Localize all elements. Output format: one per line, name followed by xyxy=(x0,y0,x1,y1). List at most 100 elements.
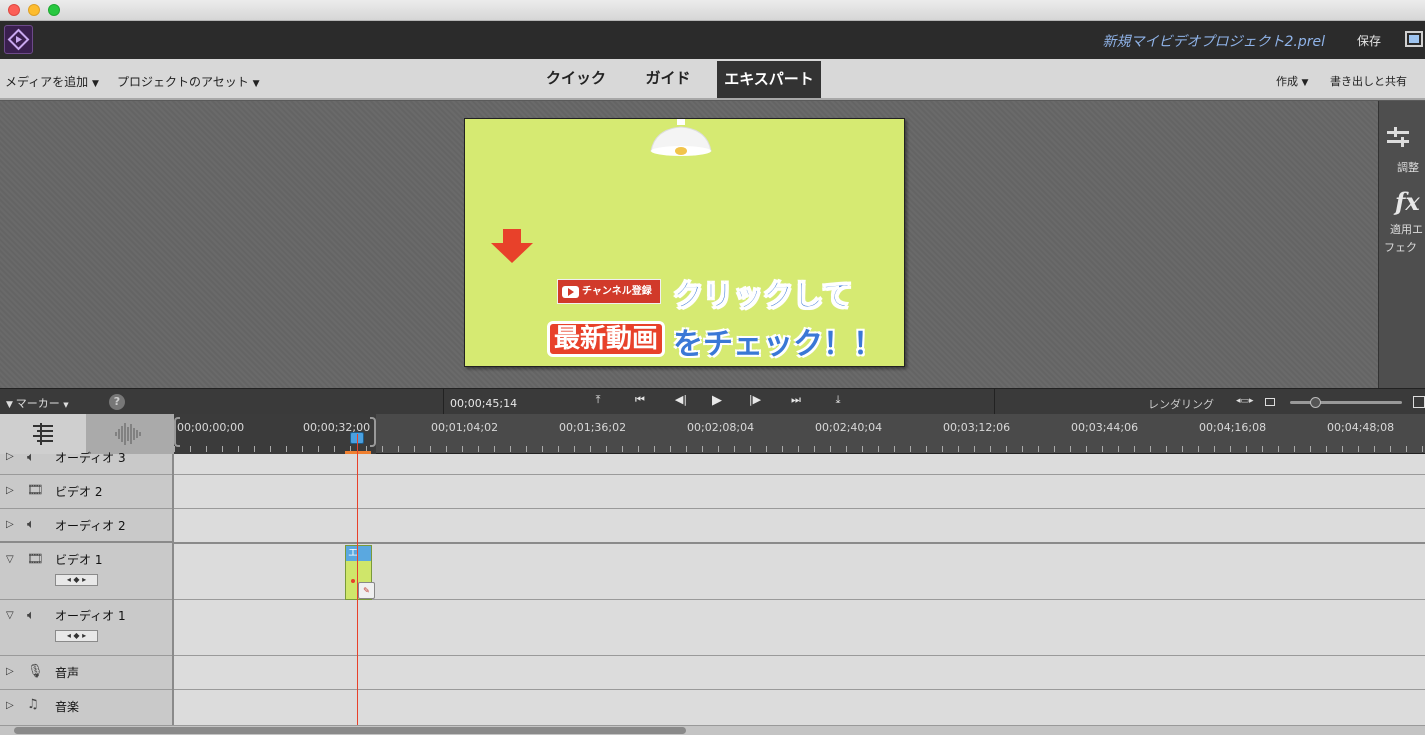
track-header-video1[interactable]: ▽ 🎞︎ ビデオ 1 ◂ ◆ ▸ xyxy=(0,544,172,600)
go-to-out-point-icon[interactable]: ⤓ xyxy=(828,393,848,407)
ruler-timecode: 00;00;00;00 xyxy=(177,421,245,434)
speaker-icon: 🔈︎ xyxy=(27,517,35,532)
playhead-line xyxy=(357,434,358,454)
track-header-music[interactable]: ▷ ♫ 音楽 xyxy=(0,690,172,725)
track-list-icon xyxy=(33,423,53,445)
keyframe-controls[interactable]: ◂ ◆ ▸ xyxy=(55,630,98,642)
track-label: オーディオ 2 xyxy=(55,519,126,533)
fit-timeline-icon[interactable]: ◂▭▸ xyxy=(1236,396,1254,406)
triangle-down-icon: ▼ xyxy=(6,400,16,410)
keyframe-controls[interactable]: ◂ ◆ ▸ xyxy=(55,574,98,586)
skip-to-end-icon[interactable]: ⏭ xyxy=(786,393,806,407)
create-menu[interactable]: 作成 ▼ xyxy=(1276,73,1308,89)
waveform-icon xyxy=(115,423,141,445)
transport-bar: ▼ マーカー ▼ ? 00;00;45;14 ⤒ ⏮ ◀︎| ▶ |▶︎ ⏭ ⤓… xyxy=(0,388,1425,415)
track-lane-music[interactable] xyxy=(174,690,1425,725)
track-lane-video2[interactable] xyxy=(174,475,1425,509)
play-icon[interactable]: ▶ xyxy=(707,393,727,408)
audio-view-toggle[interactable] xyxy=(86,414,174,454)
adjust-button[interactable]: 調整 xyxy=(1379,127,1425,177)
zoom-window-button[interactable] xyxy=(48,4,60,16)
preview-caption-line1: クリックして xyxy=(672,279,853,315)
chevron-down-icon: ▼ xyxy=(63,401,69,409)
tab-expert[interactable]: エキスパート xyxy=(717,61,821,98)
zoom-out-icon[interactable] xyxy=(1265,398,1275,406)
tab-guided[interactable]: ガイド xyxy=(634,59,702,98)
chevron-down-icon: ▼ xyxy=(252,79,260,89)
film-icon: 🎞︎ xyxy=(27,483,44,498)
help-icon[interactable]: ? xyxy=(109,394,125,410)
music-note-icon: ♫ xyxy=(27,697,39,712)
youtube-play-icon xyxy=(562,286,579,298)
ruler-timecode: 00;03;44;06 xyxy=(1071,421,1139,434)
track-header-video2[interactable]: ▷ 🎞︎ ビデオ 2 xyxy=(0,475,172,509)
preview-caption-line2: をチェック！！ xyxy=(673,327,883,362)
preview-caption-highlight: 最新動画 xyxy=(547,321,666,357)
adjust-label: 調整 xyxy=(1397,161,1419,174)
collapse-arrow-icon[interactable]: ▽ xyxy=(6,554,14,565)
minimize-window-button[interactable] xyxy=(28,4,40,16)
rendering-button[interactable]: レンダリング xyxy=(1148,396,1214,412)
timeline-zoom-slider[interactable] xyxy=(1290,397,1402,408)
step-forward-icon[interactable]: |▶︎ xyxy=(745,393,765,406)
expand-arrow-icon[interactable]: ▷ xyxy=(6,451,14,462)
expand-arrow-icon[interactable]: ▷ xyxy=(6,519,14,530)
track-header-voice[interactable]: ▷ 🎙︎ 音声 xyxy=(0,656,172,690)
slider-thumb[interactable] xyxy=(1310,397,1321,408)
arrow-down-icon xyxy=(491,229,533,267)
timeline-track-header xyxy=(0,414,174,454)
project-title: 新規マイビデオプロジェクト2.prel xyxy=(1102,34,1325,50)
video-preview[interactable]: チャンネル登録 クリックして 最新動画 をチェック！！ xyxy=(464,118,905,367)
expand-arrow-icon[interactable]: ▷ xyxy=(6,485,14,496)
track-lane-audio1[interactable] xyxy=(174,600,1425,656)
save-button[interactable]: 保存 xyxy=(1357,32,1381,49)
track-label: オーディオ 1 xyxy=(55,609,126,623)
tab-quick[interactable]: クイック xyxy=(536,59,616,98)
timeline-ruler[interactable]: 00;00;00;00 00;00;32;00 00;01;04;02 00;0… xyxy=(174,414,1425,454)
timeline-clip[interactable]: エ ✎ xyxy=(345,545,375,600)
track-header-audio2[interactable]: ▷ 🔈︎ オーディオ 2 xyxy=(0,509,172,543)
microphone-icon: 🎙︎ xyxy=(27,664,44,679)
track-lane-audio3[interactable] xyxy=(174,454,1425,475)
skip-to-start-icon[interactable]: ⏮ xyxy=(630,393,650,407)
app-header: 新規マイビデオプロジェクト2.prel 保存 xyxy=(0,21,1425,59)
scrollbar-thumb[interactable] xyxy=(14,727,686,734)
track-label: 音声 xyxy=(55,666,80,680)
close-window-button[interactable] xyxy=(8,4,20,16)
current-timecode[interactable]: 00;00;45;14 xyxy=(450,397,517,410)
track-header-audio1[interactable]: ▽ 🔈︎ オーディオ 1 ◂ ◆ ▸ xyxy=(0,600,172,656)
timeline-scrollbar[interactable] xyxy=(0,725,1425,735)
track-lane-audio2[interactable] xyxy=(174,509,1425,544)
project-assets-menu[interactable]: プロジェクトのアセット ▼ xyxy=(117,73,260,90)
track-headers: ▷ 🔈︎ オーディオ 3 ▷ 🎞︎ ビデオ 2 ▷ 🔈︎ オーディオ 2 ▽ 🎞… xyxy=(0,450,174,725)
channel-badge-text: チャンネル登録 xyxy=(582,286,652,297)
ruler-timecode: 00;04;48;08 xyxy=(1327,421,1395,434)
ruler-timecode: 00;01;36;02 xyxy=(559,421,627,434)
mode-bar: メディアを追加 ▼ プロジェクトのアセット ▼ クイック ガイド エキスパート … xyxy=(0,59,1425,100)
add-media-menu[interactable]: メディアを追加 ▼ xyxy=(5,73,99,90)
expand-arrow-icon[interactable]: ▷ xyxy=(6,666,14,677)
go-to-in-point-icon[interactable]: ⤒ xyxy=(588,393,608,407)
track-header-audio3[interactable]: ▷ 🔈︎ オーディオ 3 xyxy=(0,450,172,475)
video-view-toggle[interactable] xyxy=(0,414,86,454)
expand-arrow-icon[interactable]: ▷ xyxy=(6,700,14,711)
marker-label: マーカー xyxy=(15,397,60,410)
window-titlebar xyxy=(0,0,1425,21)
right-side-panel: 調整 fx 適用エ フェク xyxy=(1378,101,1425,388)
speaker-icon: 🔈︎ xyxy=(27,608,35,623)
applied-effects-button[interactable]: fx 適用エ フェク xyxy=(1379,187,1425,257)
collapse-arrow-icon[interactable]: ▽ xyxy=(6,610,14,621)
speaker-icon: 🔈︎ xyxy=(27,450,35,465)
track-lanes[interactable]: エ ✎ xyxy=(174,454,1425,725)
fullscreen-icon[interactable] xyxy=(1405,31,1423,47)
marker-menu[interactable]: ▼ マーカー ▼ xyxy=(6,395,69,411)
zoom-in-icon[interactable] xyxy=(1413,396,1425,408)
sliders-icon xyxy=(1387,127,1409,147)
export-share-menu[interactable]: 書き出しと共有 xyxy=(1330,73,1407,89)
work-area-end-handle[interactable] xyxy=(370,417,376,447)
applied-effects-label-2: フェク xyxy=(1384,241,1417,254)
track-lane-voice[interactable] xyxy=(174,656,1425,690)
track-label: 音楽 xyxy=(55,700,80,714)
step-back-icon[interactable]: ◀︎| xyxy=(671,393,691,406)
lamp-graphic xyxy=(647,119,715,159)
